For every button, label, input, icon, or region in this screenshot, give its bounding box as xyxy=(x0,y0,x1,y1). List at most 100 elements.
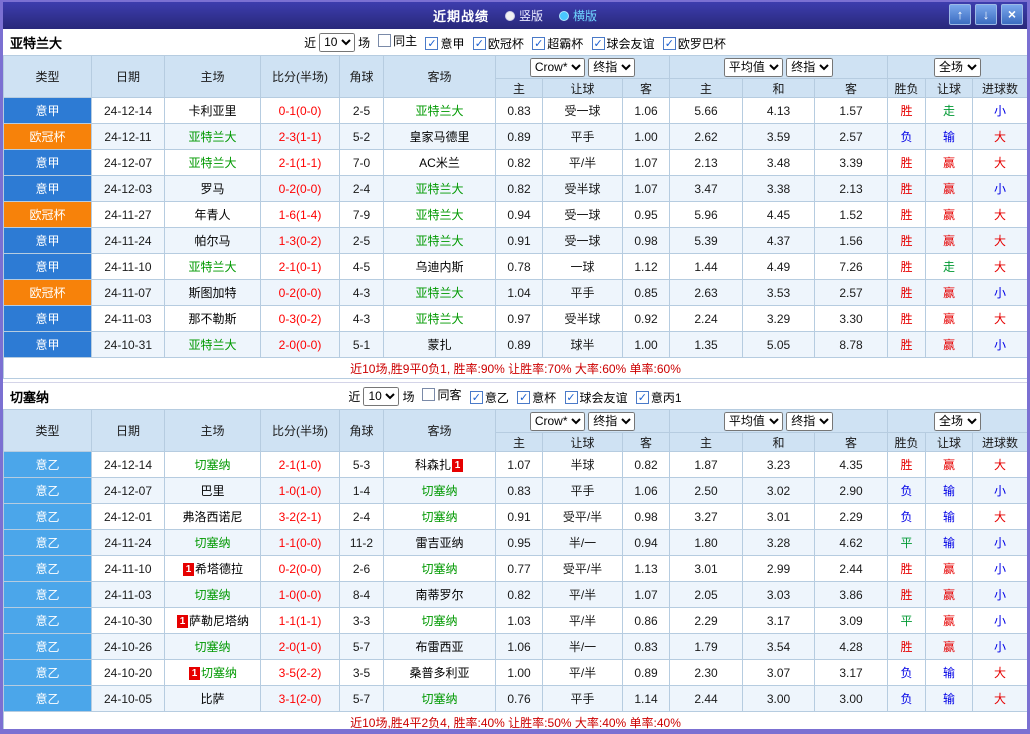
score-cell[interactable]: 0-2(0-0) xyxy=(260,555,340,582)
team-name[interactable]: 亚特兰大 xyxy=(415,286,463,300)
league-filter-checkbox[interactable]: ✓ 意杯 xyxy=(517,389,556,406)
team-name[interactable]: 切塞纳 xyxy=(421,484,457,498)
team-name[interactable]: 南蒂罗尔 xyxy=(415,588,463,602)
match-count-select[interactable]: 10 xyxy=(319,32,356,52)
score-cell[interactable]: 0-2(0-0) xyxy=(260,175,340,202)
team-name[interactable]: 希塔德拉 xyxy=(195,562,243,576)
odds-company-select[interactable]: Crow* xyxy=(529,411,585,431)
team-name[interactable]: 亚特兰大 xyxy=(188,338,236,352)
team-name[interactable]: AC米兰 xyxy=(419,156,460,170)
average-select[interactable]: 平均值 xyxy=(723,411,783,431)
score-cell[interactable]: 0-3(0-2) xyxy=(260,305,340,332)
average-time-select[interactable]: 终指 xyxy=(786,57,834,77)
checkbox-icon[interactable] xyxy=(422,388,436,401)
league-filter-checkbox[interactable]: ✓ 意丙1 xyxy=(635,389,682,406)
move-down-button[interactable]: ↓ xyxy=(975,4,997,25)
home-team-cell: 亚特兰大 xyxy=(164,149,261,176)
odds-company-select[interactable]: Crow* xyxy=(529,57,585,77)
checkbox-icon[interactable] xyxy=(378,34,392,47)
team-name[interactable]: 斯图加特 xyxy=(188,286,236,300)
match-count-select[interactable]: 10 xyxy=(363,386,400,406)
score-cell[interactable]: 2-1(0-1) xyxy=(260,253,340,280)
odds-time-select[interactable]: 终指 xyxy=(588,57,636,77)
checkbox-icon[interactable]: ✓ xyxy=(662,37,676,50)
checkbox-icon[interactable]: ✓ xyxy=(591,37,605,50)
checkbox-icon[interactable]: ✓ xyxy=(425,37,439,50)
league-filter-checkbox[interactable]: 同客 xyxy=(422,386,461,403)
team-name[interactable]: 弗洛西诺尼 xyxy=(182,510,242,524)
team-name[interactable]: 比萨 xyxy=(200,692,224,706)
team-name[interactable]: 布雷西亚 xyxy=(415,640,463,654)
league-filter-checkbox[interactable]: ✓ 球会友谊 xyxy=(564,389,628,406)
league-filter-checkbox[interactable]: ✓ 意乙 xyxy=(469,389,509,406)
team-name[interactable]: 罗马 xyxy=(200,182,224,196)
team-name[interactable]: 卡利亚里 xyxy=(188,104,236,118)
score-cell[interactable]: 1-1(1-1) xyxy=(260,607,340,634)
checkbox-icon[interactable]: ✓ xyxy=(472,37,486,50)
checkbox-icon[interactable]: ✓ xyxy=(532,37,546,50)
team-name[interactable]: 年青人 xyxy=(194,208,230,222)
team-name[interactable]: 雷吉亚纳 xyxy=(415,536,463,550)
score-cell[interactable]: 3-5(2-2) xyxy=(260,659,340,686)
team-name[interactable]: 亚特兰大 xyxy=(415,182,463,196)
score-cell[interactable]: 1-6(1-4) xyxy=(260,201,340,228)
team-name[interactable]: 切塞纳 xyxy=(421,510,457,524)
score-cell[interactable]: 2-1(1-1) xyxy=(260,149,340,176)
team-name[interactable]: 亚特兰大 xyxy=(415,208,463,222)
score-cell[interactable]: 1-0(0-0) xyxy=(260,581,340,608)
team-name[interactable]: 皇家马德里 xyxy=(409,130,469,144)
team-name[interactable]: 切塞纳 xyxy=(421,692,457,706)
checkbox-icon[interactable]: ✓ xyxy=(564,391,578,404)
vertical-layout-radio[interactable]: 竖版 xyxy=(504,7,543,24)
odds-time-select[interactable]: 终指 xyxy=(588,411,636,431)
score-cell[interactable]: 0-2(0-0) xyxy=(260,279,340,306)
league-filter-checkbox[interactable]: ✓ 欧冠杯 xyxy=(472,35,524,52)
score-cell[interactable]: 1-1(0-0) xyxy=(260,529,340,556)
team-name[interactable]: 桑普多利亚 xyxy=(409,666,469,680)
scope-select[interactable]: 全场 xyxy=(934,411,982,431)
team-name[interactable]: 切塞纳 xyxy=(194,588,230,602)
score-cell[interactable]: 3-1(2-0) xyxy=(260,685,340,712)
team-name[interactable]: 亚特兰大 xyxy=(188,130,236,144)
team-name[interactable]: 萨勒尼塔纳 xyxy=(189,614,249,628)
team-name[interactable]: 科森扎 xyxy=(415,458,451,472)
league-filter-checkbox[interactable]: ✓ 球会友谊 xyxy=(591,35,655,52)
league-filter-checkbox[interactable]: 同主 xyxy=(378,32,417,49)
score-cell[interactable]: 1-3(0-2) xyxy=(260,227,340,254)
score-cell[interactable]: 1-0(1-0) xyxy=(260,477,340,504)
score-cell[interactable]: 0-1(0-0) xyxy=(260,97,340,124)
score-cell[interactable]: 2-3(1-1) xyxy=(260,123,340,150)
league-filter-checkbox[interactable]: ✓ 意甲 xyxy=(425,35,464,52)
score-cell[interactable]: 3-2(2-1) xyxy=(260,503,340,530)
league-filter-checkbox[interactable]: ✓ 欧罗巴杯 xyxy=(662,35,726,52)
checkbox-icon[interactable]: ✓ xyxy=(635,391,649,404)
team-name[interactable]: 帕尔马 xyxy=(194,234,230,248)
move-up-button[interactable]: ↑ xyxy=(949,4,971,25)
team-name[interactable]: 切塞纳 xyxy=(421,562,457,576)
score-cell[interactable]: 2-1(1-0) xyxy=(260,451,340,478)
team-name[interactable]: 那不勒斯 xyxy=(188,312,236,326)
team-name[interactable]: 巴里 xyxy=(200,484,224,498)
checkbox-icon[interactable]: ✓ xyxy=(469,391,483,404)
team-name[interactable]: 切塞纳 xyxy=(194,536,230,550)
average-time-select[interactable]: 终指 xyxy=(786,411,834,431)
league-filter-checkbox[interactable]: ✓ 超霸杯 xyxy=(532,35,583,52)
team-name[interactable]: 切塞纳 xyxy=(194,458,230,472)
team-name[interactable]: 亚特兰大 xyxy=(415,234,463,248)
team-name[interactable]: 亚特兰大 xyxy=(188,156,236,170)
team-name[interactable]: 亚特兰大 xyxy=(415,104,463,118)
checkbox-icon[interactable]: ✓ xyxy=(517,391,531,404)
scope-select[interactable]: 全场 xyxy=(934,57,982,77)
team-name[interactable]: 切塞纳 xyxy=(194,640,230,654)
score-cell[interactable]: 2-0(0-0) xyxy=(260,331,340,358)
team-name[interactable]: 亚特兰大 xyxy=(415,312,463,326)
team-name[interactable]: 乌迪内斯 xyxy=(415,260,463,274)
close-button[interactable]: × xyxy=(1001,4,1023,25)
team-name[interactable]: 切塞纳 xyxy=(201,666,237,680)
team-name[interactable]: 蒙扎 xyxy=(427,338,451,352)
average-select[interactable]: 平均值 xyxy=(723,57,783,77)
score-cell[interactable]: 2-0(1-0) xyxy=(260,633,340,660)
team-name[interactable]: 亚特兰大 xyxy=(188,260,236,274)
team-name[interactable]: 切塞纳 xyxy=(421,614,457,628)
horizontal-layout-radio[interactable]: 横版 xyxy=(559,7,597,24)
